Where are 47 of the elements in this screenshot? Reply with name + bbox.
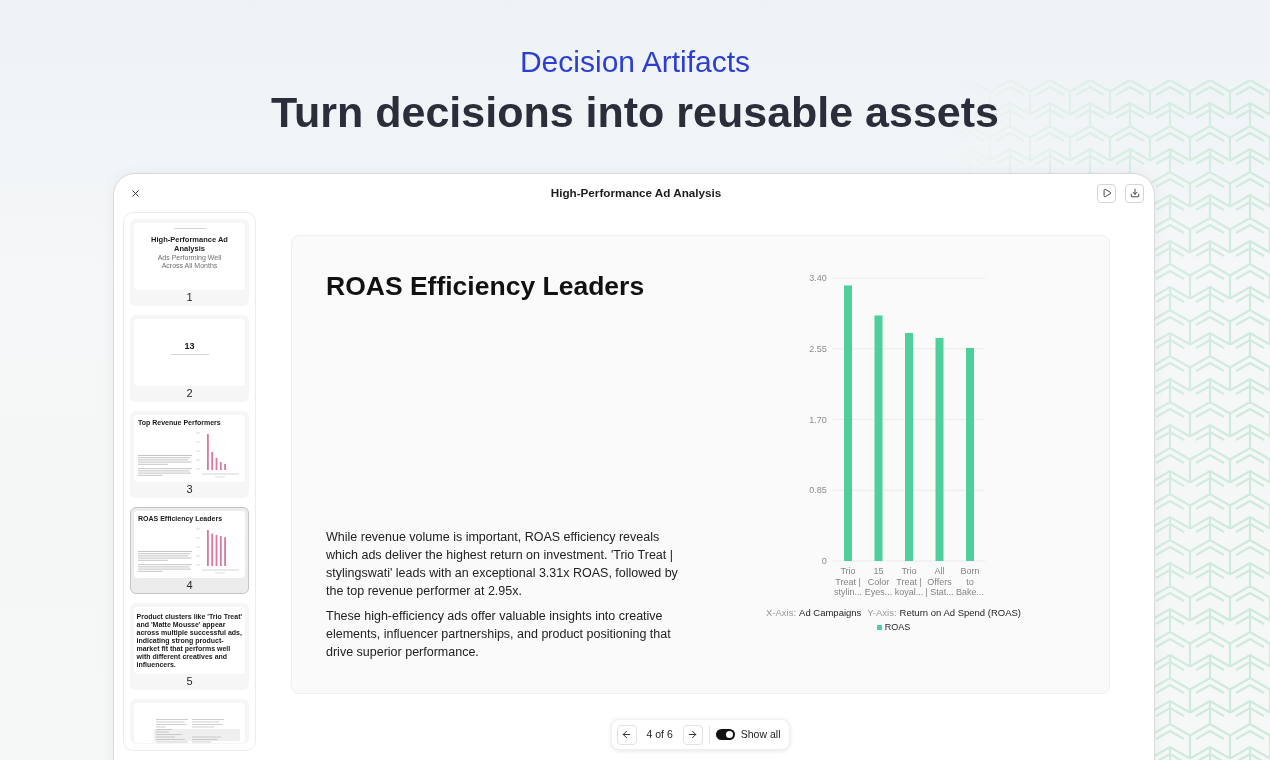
arrow-right-icon [687, 729, 699, 740]
show-all-switch[interactable] [715, 729, 735, 740]
window-title: High-Performance Ad Analysis [550, 185, 722, 202]
download-button[interactable] [1125, 183, 1144, 203]
legend-swatch-icon [876, 624, 882, 630]
text-lines [138, 455, 192, 476]
axis-title: Ad Campaigns [799, 607, 862, 619]
previous-button[interactable] [616, 724, 637, 745]
placeholder-line [173, 228, 206, 229]
axis-tick-label: 0.85 [809, 485, 827, 496]
download-icon [1129, 188, 1140, 198]
slide-paragraph: These high-efficiency ads offer valuable insights into creative elements, influencer partnerships, and product positioning that drive superior performance. [326, 608, 672, 661]
slide-number: 4 [186, 579, 193, 592]
category-label: Born to Bake... [956, 566, 984, 597]
axis-tick-label: 3.40 [809, 273, 827, 283]
arrow-left-icon [621, 729, 632, 740]
category-label: 15 Color Eyes... [864, 566, 893, 597]
axis-tick-label: 2.55 [809, 343, 827, 354]
legend-label: ROAS [884, 621, 911, 633]
switch-label: Show all [740, 726, 781, 742]
slide-paragraph: While revenue volume is important, ROAS efficiency reveals which ads deliver the highest return on investment. 'Trio Treat | stylingswati' leads with an exceptional 3.31x ROAS, followed by the top revenue performer at 2.95x. [326, 529, 679, 600]
stat-value: 13 [184, 341, 195, 351]
next-button[interactable] [682, 724, 703, 745]
mini-bar-chart [195, 429, 241, 479]
axis-tick-label: 1.70 [809, 414, 827, 425]
headline: Turn decisions into reusable assets [270, 87, 999, 138]
category-label: Trio Treat | koyal... [894, 566, 924, 597]
slide-title: ROAS Efficiency Leaders [326, 270, 646, 302]
slide-thumbnail[interactable]: 13 2 [130, 315, 249, 402]
slide-number: 2 [186, 387, 193, 400]
play-button[interactable] [1097, 183, 1116, 203]
close-icon [129, 187, 141, 199]
placeholder-line [170, 354, 209, 355]
play-icon [1101, 188, 1112, 198]
axis-tag: Y-Axis: [867, 607, 897, 619]
axis-tag: X-Axis: [765, 607, 797, 619]
page-indicator: 4 of 6 [645, 726, 674, 742]
text-lines [138, 551, 192, 572]
mini-bar-chart [195, 525, 241, 575]
slide-number: 3 [186, 483, 193, 496]
slide-number: 5 [186, 675, 193, 688]
axis-tick-label: 0 [821, 556, 827, 566]
axis-title: Return on Ad Spend (ROAS) [899, 607, 1022, 619]
section-eyebrow: Decision Artifacts [519, 44, 751, 80]
category-label: Trio Treat | stylin... [834, 566, 862, 597]
category-label: All Offers | Stat... [925, 566, 954, 597]
slide-number: 1 [186, 291, 193, 304]
